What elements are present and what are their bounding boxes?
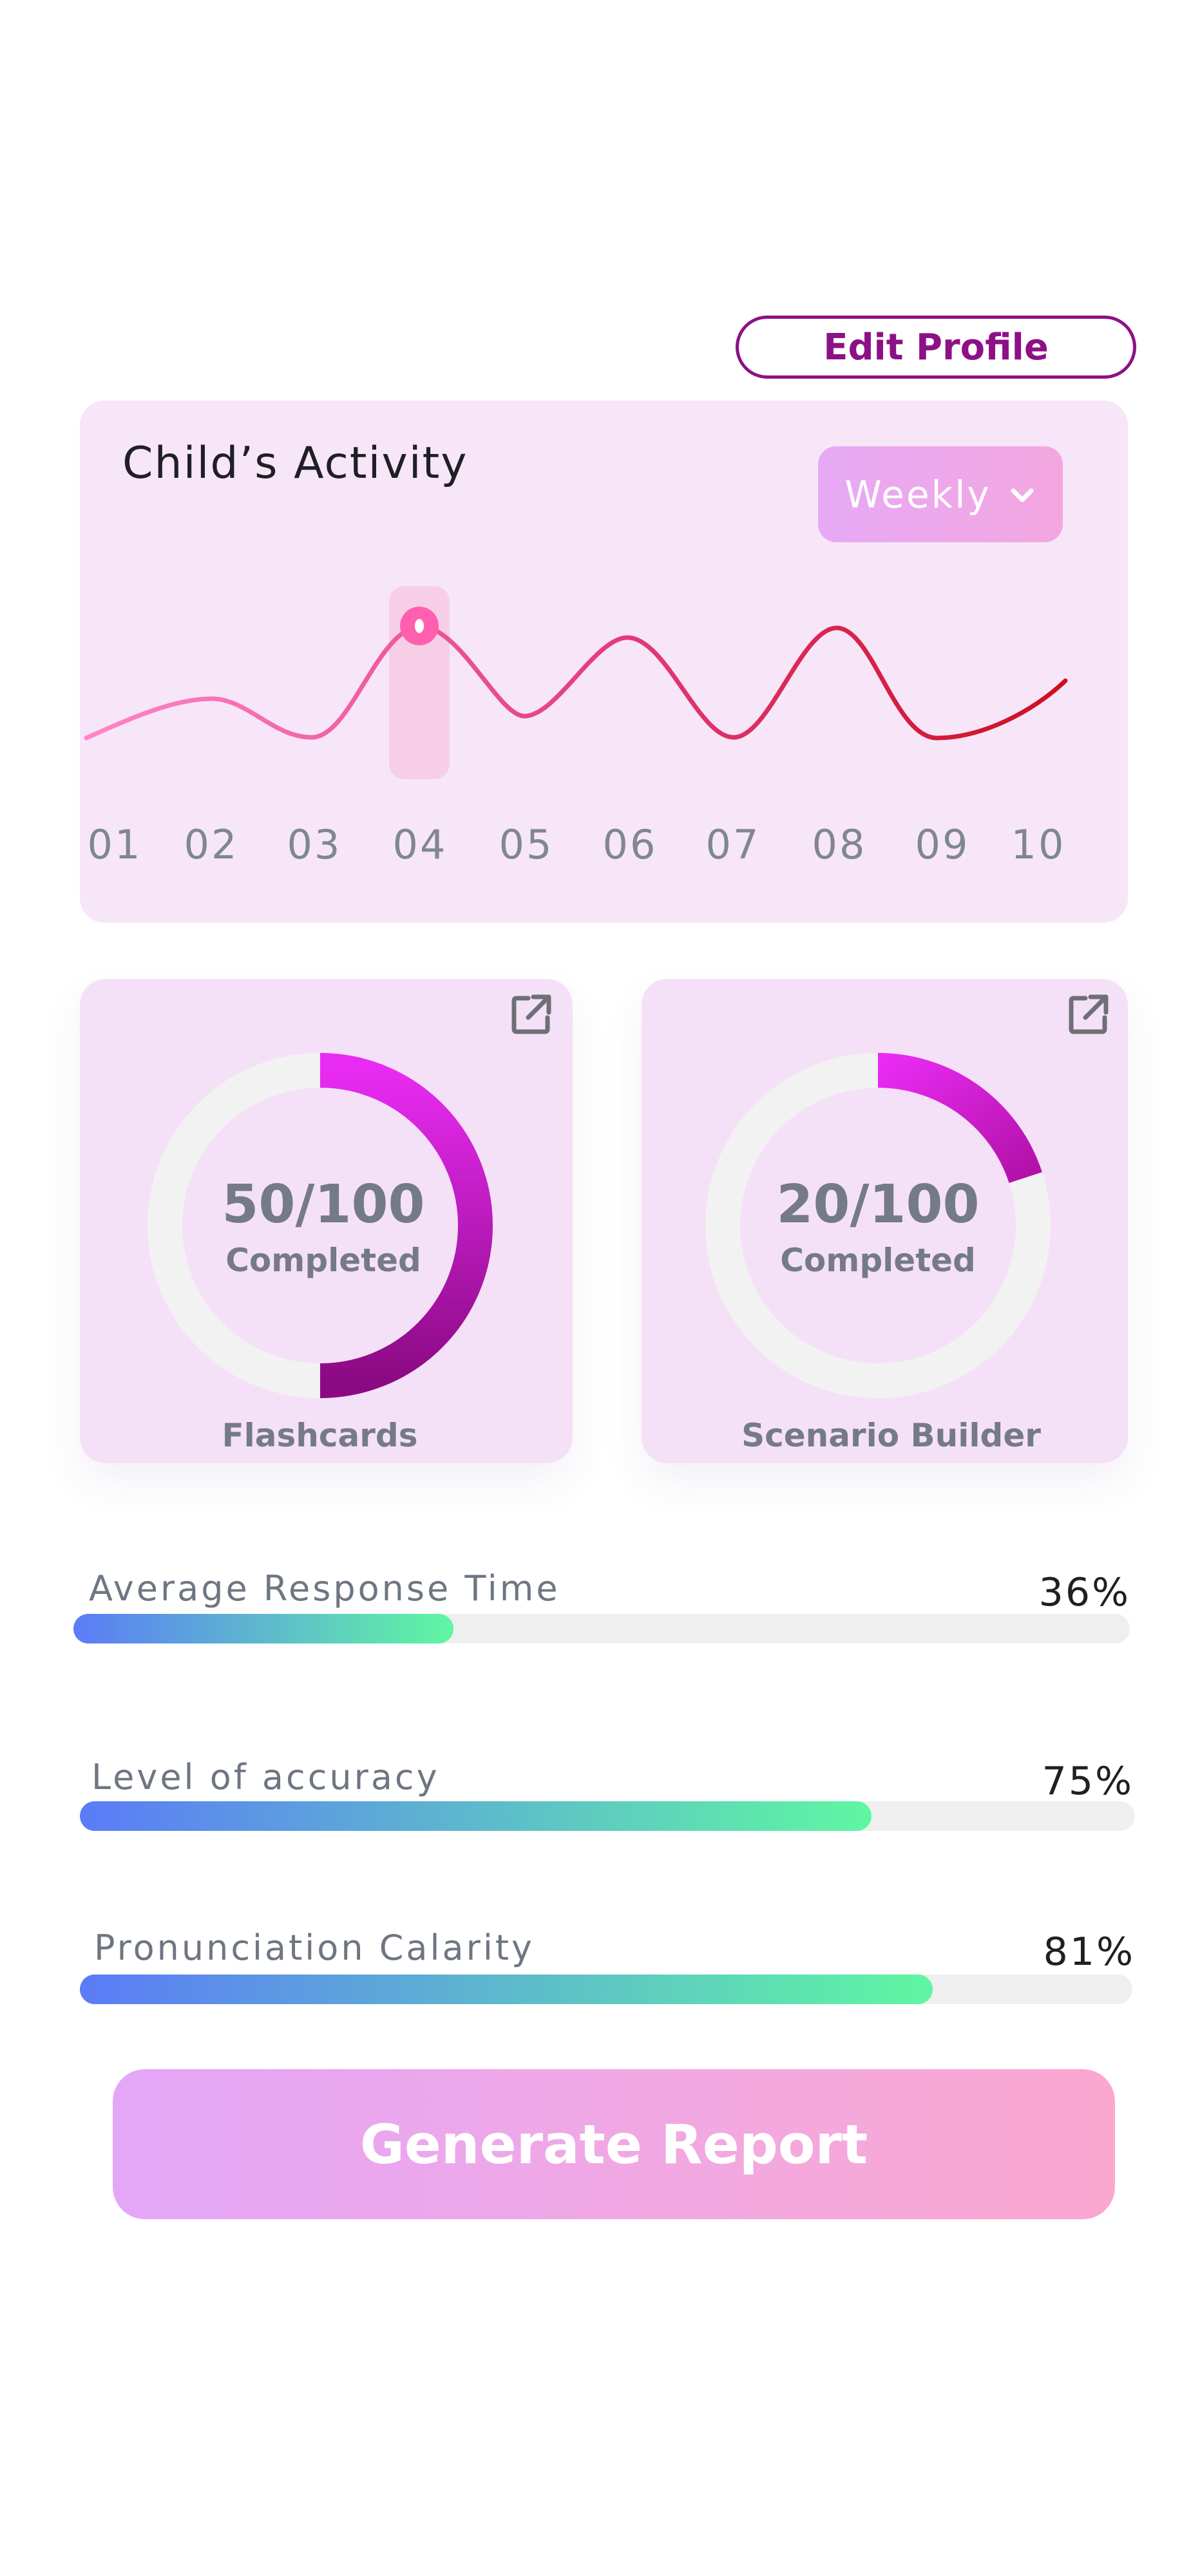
x-label: 08 bbox=[812, 821, 867, 868]
x-label: 01 bbox=[87, 821, 142, 868]
metric-track-response-time bbox=[73, 1614, 1130, 1643]
generate-report-button[interactable]: Generate Report bbox=[113, 2069, 1115, 2219]
x-label: 02 bbox=[184, 821, 239, 868]
metric-value-response-time: 36% bbox=[1038, 1570, 1130, 1615]
flashcards-score: 50/100 bbox=[222, 1174, 425, 1235]
activity-title: Child’s Activity bbox=[122, 438, 468, 489]
x-label: 03 bbox=[287, 821, 342, 868]
metric-fill-response-time bbox=[73, 1614, 454, 1643]
metric-fill-accuracy bbox=[80, 1801, 872, 1831]
flashcards-status: Completed bbox=[225, 1242, 421, 1279]
x-label: 09 bbox=[915, 821, 970, 868]
period-dropdown[interactable]: Weekly bbox=[818, 446, 1063, 542]
scenario-builder-label: Scenario Builder bbox=[741, 1417, 1041, 1454]
open-external-icon[interactable] bbox=[509, 992, 554, 1037]
metric-track-accuracy bbox=[80, 1801, 1135, 1831]
selected-point-marker-center bbox=[415, 619, 424, 633]
scenario-builder-score: 20/100 bbox=[776, 1174, 980, 1235]
scenario-builder-status: Completed bbox=[780, 1242, 976, 1279]
period-dropdown-label: Weekly bbox=[844, 472, 991, 516]
metric-track-pronunciation bbox=[80, 1975, 1132, 2004]
x-label: 05 bbox=[499, 821, 554, 868]
activity-line-chart bbox=[84, 586, 1068, 779]
x-label: 04 bbox=[392, 821, 448, 868]
metric-label-accuracy: Level of accuracy bbox=[91, 1757, 440, 1797]
flashcards-label: Flashcards bbox=[222, 1417, 418, 1454]
metric-fill-pronunciation bbox=[80, 1975, 933, 2004]
activity-line bbox=[84, 623, 1068, 741]
open-external-icon[interactable] bbox=[1066, 992, 1111, 1037]
x-label: 07 bbox=[705, 821, 761, 868]
scenario-builder-progress-arc bbox=[877, 1053, 1042, 1184]
metric-value-pronunciation: 81% bbox=[1043, 1929, 1135, 1975]
chevron-down-icon bbox=[1011, 488, 1034, 502]
metric-value-accuracy: 75% bbox=[1042, 1759, 1134, 1804]
x-label: 10 bbox=[1011, 821, 1066, 868]
metric-label-response-time: Average Response Time bbox=[89, 1568, 560, 1609]
edit-profile-button[interactable]: Edit Profile bbox=[736, 316, 1136, 379]
metric-label-pronunciation: Pronunciation Calarity bbox=[94, 1927, 535, 1968]
x-label: 06 bbox=[602, 821, 658, 868]
